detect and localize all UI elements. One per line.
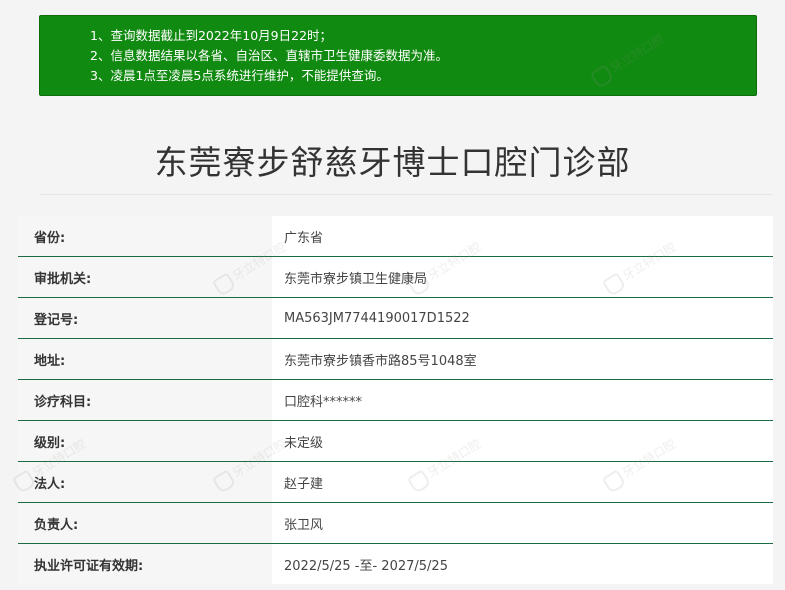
row-value: 东莞市寮步镇香市路85号1048室 bbox=[272, 339, 773, 379]
row-label: 登记号: bbox=[18, 298, 272, 338]
row-value: 2022/5/25 -至- 2027/5/25 bbox=[272, 544, 773, 584]
table-row: 负责人: 张卫风 bbox=[18, 503, 773, 544]
table-row: 审批机关: 东莞市寮步镇卫生健康局 bbox=[18, 257, 773, 298]
row-label: 诊疗科目: bbox=[18, 380, 272, 420]
row-value: MA563JM7744190017D1522 bbox=[272, 298, 773, 338]
notice-line: 3、凌晨1点至凌晨5点系统进行维护，不能提供查询。 bbox=[90, 68, 389, 83]
table-row: 诊疗科目: 口腔科****** bbox=[18, 380, 773, 421]
row-label: 执业许可证有效期: bbox=[18, 544, 272, 584]
title-divider bbox=[40, 194, 773, 195]
row-label: 负责人: bbox=[18, 503, 272, 543]
table-row: 登记号: MA563JM7744190017D1522 bbox=[18, 298, 773, 339]
row-label: 法人: bbox=[18, 462, 272, 502]
row-label: 级别: bbox=[18, 421, 272, 461]
table-row: 地址: 东莞市寮步镇香市路85号1048室 bbox=[18, 339, 773, 380]
table-row: 级别: 未定级 bbox=[18, 421, 773, 462]
row-value: 未定级 bbox=[272, 421, 773, 461]
table-row: 执业许可证有效期: 2022/5/25 -至- 2027/5/25 bbox=[18, 544, 773, 584]
row-value: 赵子建 bbox=[272, 462, 773, 502]
notice-line: 2、信息数据结果以各省、自治区、直辖市卫生健康委数据为准。 bbox=[90, 48, 448, 63]
row-value: 东莞市寮步镇卫生健康局 bbox=[272, 257, 773, 297]
row-label: 省份: bbox=[18, 216, 272, 256]
table-row: 法人: 赵子建 bbox=[18, 462, 773, 503]
page-title: 东莞寮步舒慈牙博士口腔门诊部 bbox=[154, 143, 631, 182]
clinic-details-table: 省份: 广东省 审批机关: 东莞市寮步镇卫生健康局 登记号: MA563JM77… bbox=[18, 216, 773, 584]
table-row: 省份: 广东省 bbox=[18, 216, 773, 257]
query-notice-banner: 1、查询数据截止到2022年10月9日22时； 2、信息数据结果以各省、自治区、… bbox=[39, 15, 757, 96]
row-value: 口腔科****** bbox=[272, 380, 773, 420]
row-label: 地址: bbox=[18, 339, 272, 379]
row-value: 广东省 bbox=[272, 216, 773, 256]
notice-line: 1、查询数据截止到2022年10月9日22时； bbox=[90, 28, 333, 43]
row-label: 审批机关: bbox=[18, 257, 272, 297]
row-value: 张卫风 bbox=[272, 503, 773, 543]
